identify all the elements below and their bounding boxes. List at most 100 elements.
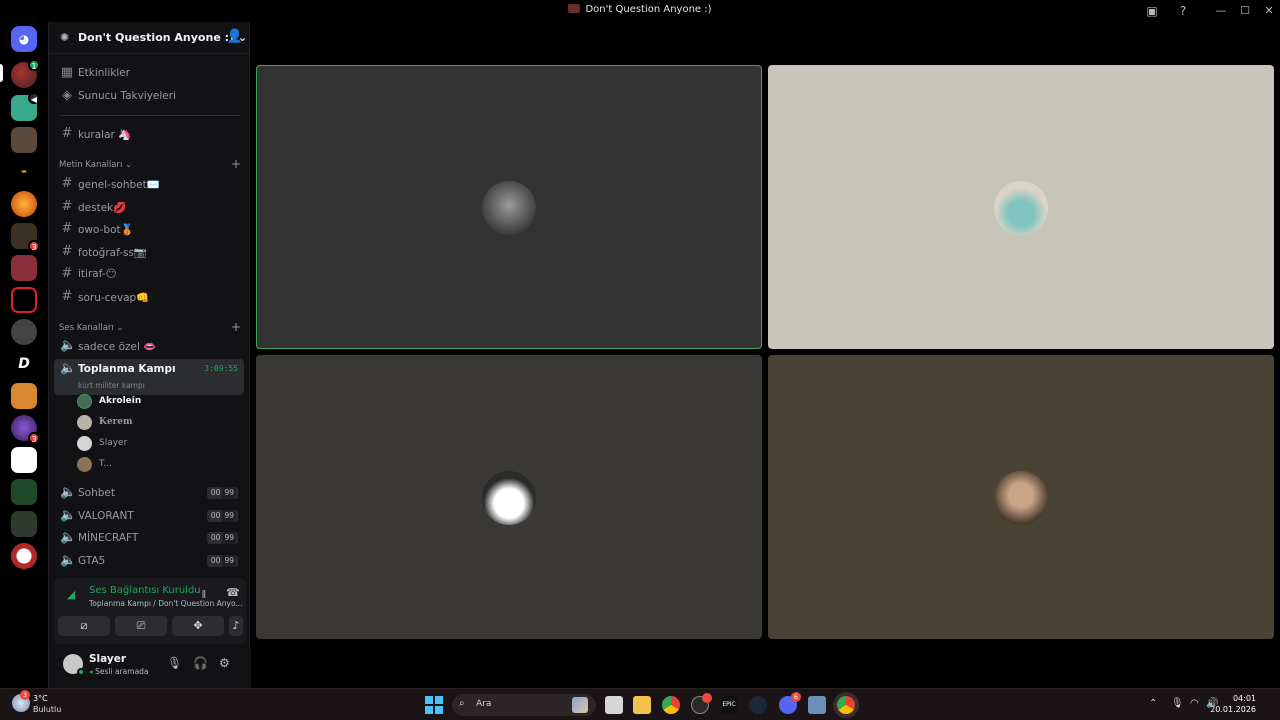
microphone-tray-icon[interactable]: 🎙 bbox=[1171, 698, 1184, 709]
settings-gear-icon[interactable]: ⚙ bbox=[219, 656, 230, 670]
category-text-channels[interactable]: Metin Kanalları ⌄ + bbox=[59, 157, 241, 172]
weather-temp[interactable]: 3°C bbox=[33, 694, 48, 703]
clock-date[interactable]: 20.01.2026 bbox=[1210, 705, 1256, 714]
avatar bbox=[482, 471, 536, 525]
help-icon[interactable]: ? bbox=[1174, 2, 1192, 20]
notification-badge: 3 bbox=[28, 432, 40, 444]
server-icon[interactable]: 3 bbox=[11, 223, 40, 252]
taskbar-search[interactable]: ⌕ Ara bbox=[452, 694, 596, 716]
voice-user-t[interactable]: T... bbox=[77, 456, 237, 474]
user-count: 00 bbox=[210, 533, 221, 542]
server-icon[interactable]: 3 bbox=[11, 415, 40, 444]
camera-off-button[interactable]: ⧄ bbox=[58, 616, 110, 636]
voice-channel-sadece-ozel[interactable]: 🔈 sadece özel 👄 bbox=[54, 336, 244, 356]
server-header[interactable]: ✺ Don't Question Anyone :) ⌄ 👤 bbox=[49, 22, 251, 54]
server-icon[interactable] bbox=[11, 543, 37, 569]
server-icon[interactable] bbox=[11, 191, 37, 217]
app-icon[interactable] bbox=[691, 693, 712, 714]
steam-icon[interactable] bbox=[749, 696, 767, 714]
server-icon[interactable] bbox=[11, 447, 37, 473]
discord-home-icon[interactable]: ◕ bbox=[11, 26, 37, 52]
add-channel-icon[interactable]: + bbox=[231, 320, 241, 334]
channel-label: GTA5 bbox=[78, 555, 106, 567]
weather-alert-badge: 3 bbox=[20, 690, 30, 700]
category-voice-channels[interactable]: Ses Kanalları ⌄ + bbox=[59, 320, 241, 335]
maximize-icon[interactable]: ☐ bbox=[1235, 2, 1255, 20]
channel-owo-bot[interactable]: # owo-bot🥉 bbox=[54, 219, 244, 239]
server-icon[interactable]: ◀ bbox=[11, 92, 40, 121]
microphone-icon[interactable]: 🎙 bbox=[167, 656, 182, 670]
inbox-icon[interactable]: ▣ bbox=[1143, 2, 1161, 20]
voice-user-akrolein[interactable]: Akrolein bbox=[77, 393, 237, 411]
weather-icon[interactable]: 3 bbox=[12, 690, 30, 712]
wifi-icon[interactable]: ◠ bbox=[1190, 698, 1199, 709]
disconnect-icon[interactable]: ☎ bbox=[226, 586, 240, 599]
discord-icon[interactable]: 6 bbox=[779, 692, 801, 714]
server-name[interactable]: Don't Question Anyone :) ⌄ bbox=[78, 31, 247, 44]
windows-start-icon[interactable] bbox=[425, 696, 443, 714]
notification-badge: 6 bbox=[791, 692, 801, 702]
server-icon[interactable]: ▬ bbox=[11, 159, 37, 185]
task-view-icon[interactable] bbox=[605, 696, 623, 714]
signal-icon[interactable]: ◢ bbox=[60, 584, 82, 606]
speaker-icon: 🔈 bbox=[60, 485, 77, 500]
server-icon[interactable] bbox=[11, 479, 37, 505]
activities-button[interactable]: ✥ bbox=[172, 616, 224, 636]
channel-label: fotoğraf-ss📷 bbox=[78, 247, 148, 259]
participant-tile[interactable] bbox=[256, 65, 762, 349]
noise-suppression-icon[interactable]: 𝍪 bbox=[202, 586, 206, 605]
voice-channel-toplanma-kampi[interactable]: 🔈 Toplanma Kampı 3:09:55 kürt militer ka… bbox=[54, 359, 244, 395]
server-icon[interactable] bbox=[11, 383, 37, 409]
app-icon[interactable] bbox=[808, 696, 826, 714]
headphones-icon[interactable]: 🎧 bbox=[193, 656, 208, 670]
server-icon[interactable] bbox=[11, 255, 37, 281]
channel-itiraf[interactable]: # itiraf-😶 bbox=[54, 264, 244, 284]
server-icon[interactable]: 1 bbox=[11, 59, 40, 88]
close-icon[interactable]: ✕ bbox=[1259, 2, 1279, 20]
server-boosts-item[interactable]: ◈ Sunucu Takviyeleri bbox=[54, 86, 244, 106]
server-icon[interactable] bbox=[11, 319, 37, 345]
voice-user-slayer[interactable]: Slayer bbox=[77, 435, 237, 453]
channel-soru-cevap[interactable]: # soru-cevap👊 bbox=[54, 287, 244, 307]
soundboard-button[interactable]: ♪ bbox=[229, 616, 243, 636]
voice-channel-minecraft[interactable]: 🔈 MİNECRAFT 00 99 bbox=[54, 528, 244, 548]
server-icon[interactable]: D bbox=[11, 351, 37, 377]
voice-status[interactable]: Ses Bağlantısı Kuruldu bbox=[89, 585, 201, 596]
server-avatar bbox=[11, 287, 37, 313]
channel-destek[interactable]: # destek💋 bbox=[54, 197, 244, 217]
channel-fotograf-ss[interactable]: # fotoğraf-ss📷 bbox=[54, 242, 244, 262]
voice-channel-gta5[interactable]: 🔈 GTA5 00 99 bbox=[54, 551, 244, 571]
participant-tile[interactable] bbox=[768, 355, 1274, 639]
voice-location[interactable]: Toplanma Kampı / Don't Question Anyo... bbox=[89, 599, 243, 608]
user-limit: 99 bbox=[222, 487, 236, 499]
invite-people-icon[interactable]: 👤 bbox=[227, 29, 243, 44]
file-explorer-icon[interactable] bbox=[633, 696, 651, 714]
screen-share-button[interactable]: ⎚ bbox=[115, 616, 167, 636]
user-name[interactable]: Slayer bbox=[89, 653, 126, 665]
clock-time[interactable]: 04:01 bbox=[1233, 694, 1256, 703]
chrome-icon[interactable] bbox=[662, 696, 680, 714]
channel-label: Sohbet bbox=[78, 487, 115, 499]
speaker-icon: 🔈 bbox=[60, 530, 77, 545]
channel-genel-sohbet[interactable]: # genel-sohbet✉️ bbox=[54, 174, 244, 194]
server-icon[interactable] bbox=[11, 287, 37, 313]
avatar bbox=[994, 471, 1048, 525]
epic-games-icon[interactable]: EPIC bbox=[720, 696, 738, 714]
chrome-active-icon[interactable] bbox=[837, 696, 855, 714]
video-stage bbox=[251, 22, 1280, 688]
server-icon[interactable] bbox=[11, 511, 37, 537]
server-icon[interactable] bbox=[11, 127, 37, 153]
participant-tile[interactable] bbox=[256, 355, 762, 639]
channel-kuralar[interactable]: # kuralar 🦄 bbox=[54, 124, 244, 144]
voice-channel-valorant[interactable]: 🔈 VALORANT 00 99 bbox=[54, 506, 244, 526]
weather-desc[interactable]: Bulutlu bbox=[33, 705, 61, 714]
server-avatar bbox=[11, 479, 37, 505]
participant-tile[interactable] bbox=[768, 65, 1274, 349]
events-item[interactable]: ▦ Etkinlikler bbox=[54, 63, 244, 83]
minimize-icon[interactable]: — bbox=[1211, 2, 1231, 20]
channel-label: soru-cevap👊 bbox=[78, 292, 150, 304]
add-channel-icon[interactable]: + bbox=[231, 157, 241, 171]
voice-channel-sohbet[interactable]: 🔈 Sohbet 00 99 bbox=[54, 483, 244, 503]
chevron-up-icon[interactable]: ⌃ bbox=[1149, 698, 1157, 709]
voice-user-kerem[interactable]: 𝐊𝐞𝐫𝐞𝐦 bbox=[77, 414, 237, 432]
